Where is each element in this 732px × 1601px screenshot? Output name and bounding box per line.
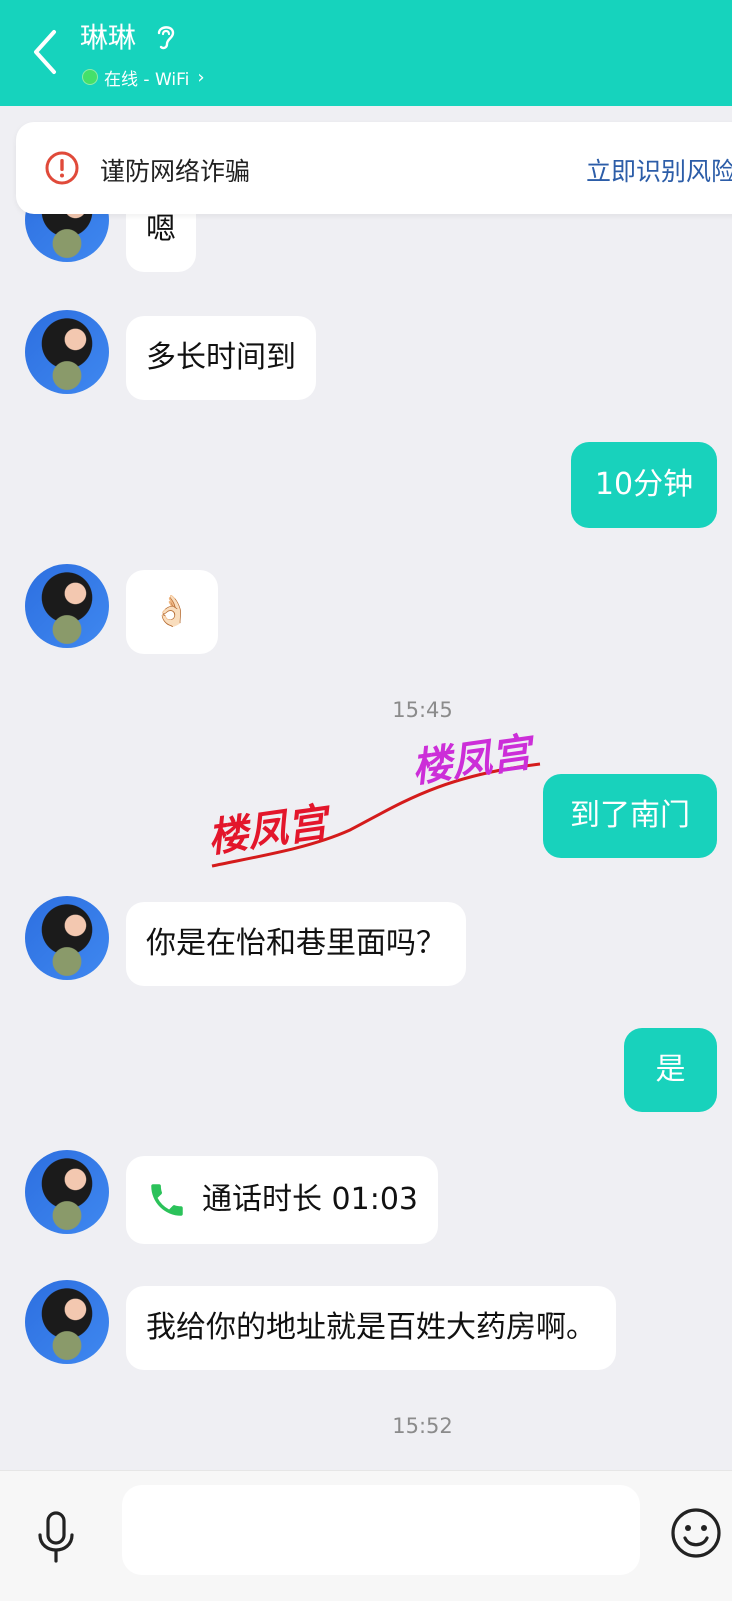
fraud-warning-text: 谨防网络诈骗 — [100, 157, 251, 186]
message-bubble[interactable]: 我给你的地址就是百姓大药房啊。 — [126, 1286, 616, 1370]
call-record-bubble[interactable]: 通话时长 01:03 — [126, 1156, 438, 1244]
watermark: 楼凤宫 楼凤宫 — [205, 729, 541, 868]
back-button[interactable] — [26, 26, 62, 78]
message-bubble[interactable]: 👌🏻 — [126, 570, 218, 654]
message-bubble[interactable]: 你是在怡和巷里面吗？ — [126, 902, 466, 986]
contact-name[interactable]: 琳琳 — [80, 16, 136, 56]
message-bubble[interactable]: 多长时间到 — [126, 316, 316, 400]
message-bubble-self[interactable]: 10分钟 — [571, 442, 717, 528]
timestamp: 15:52 — [392, 1414, 453, 1438]
identify-risk-link[interactable]: 立即识别风险 — [586, 152, 732, 188]
voice-button[interactable] — [34, 1511, 78, 1567]
emoji-button[interactable] — [670, 1507, 722, 1563]
message-bubble-self[interactable]: 是 — [624, 1028, 717, 1112]
watermark-text: 楼凤宫 — [409, 729, 539, 792]
contact-avatar[interactable] — [25, 564, 109, 648]
online-status[interactable]: 在线 - WiFi › — [82, 66, 205, 90]
mic-icon — [38, 1511, 74, 1563]
fraud-warning-banner[interactable]: 谨防网络诈骗 立即识别风险 — [16, 122, 732, 214]
contact-avatar[interactable] — [25, 310, 109, 394]
back-icon — [34, 30, 56, 74]
chevron-right-icon: › — [197, 66, 205, 88]
call-duration-text: 通话时长 01:03 — [202, 1182, 418, 1217]
message-bubble-self[interactable]: 到了南门 — [543, 774, 717, 858]
watermark-text: 楼凤宫 — [205, 799, 335, 862]
emoji-icon — [671, 1508, 721, 1558]
alert-icon — [45, 151, 79, 185]
contact-avatar[interactable] — [25, 1150, 109, 1234]
contact-avatar[interactable] — [25, 1280, 109, 1364]
message-composer — [0, 1470, 732, 1601]
chat-header: 琳琳 在线 - WiFi › — [0, 0, 732, 106]
ear-icon[interactable] — [154, 22, 178, 52]
online-dot — [82, 69, 98, 85]
phone-icon — [151, 1184, 183, 1216]
contact-avatar[interactable] — [25, 896, 109, 980]
message-input[interactable] — [122, 1485, 640, 1575]
online-status-text: 在线 - WiFi — [104, 69, 190, 90]
